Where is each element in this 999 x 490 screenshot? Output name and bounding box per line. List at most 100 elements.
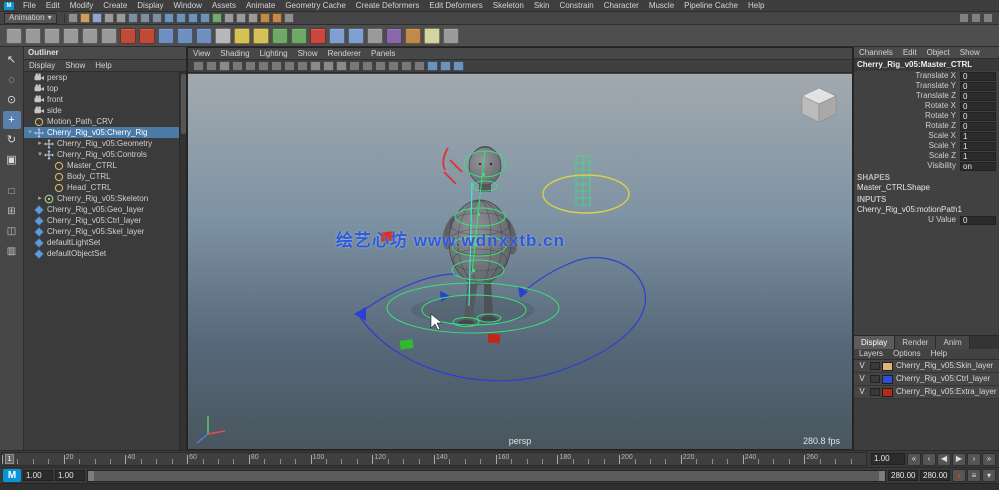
move-tool[interactable]: +	[3, 111, 21, 129]
make-live-icon[interactable]	[212, 13, 222, 23]
render-settings-icon[interactable]	[284, 13, 294, 23]
bind-skin-icon[interactable]	[272, 28, 288, 44]
menu-display[interactable]: Display	[132, 2, 168, 10]
range-slider-bar[interactable]	[88, 471, 885, 481]
viewport-menu-shading[interactable]: Shading	[215, 50, 254, 58]
frame-tick[interactable]	[773, 459, 774, 464]
polyPlane-icon[interactable]	[82, 28, 98, 44]
polyCone-icon[interactable]	[63, 28, 79, 44]
frame-tick[interactable]	[264, 459, 265, 464]
use-lights-icon[interactable]	[349, 61, 360, 71]
frame-tick[interactable]	[835, 459, 836, 464]
frame-tick[interactable]	[341, 459, 342, 464]
set-key-icon[interactable]	[310, 28, 326, 44]
new-scene-icon[interactable]	[68, 13, 78, 23]
frame-tick[interactable]	[187, 455, 188, 464]
expand-arrow-icon[interactable]: ▾	[36, 151, 44, 158]
render-view-icon[interactable]	[405, 28, 421, 44]
outliner-item-cherry-rig-v05-ctrl-layer[interactable]: Cherry_Rig_v05:Ctrl_layer	[24, 215, 179, 226]
menu-help[interactable]: Help	[743, 2, 769, 10]
single-pane-layout-button[interactable]: □	[3, 183, 21, 201]
render-current-frame-icon[interactable]	[260, 13, 270, 23]
camera-tool-icon[interactable]	[443, 28, 459, 44]
viewport-3d-scene[interactable]	[188, 74, 852, 449]
frame-tick[interactable]	[357, 459, 358, 464]
resolution-gate-icon[interactable]	[245, 61, 256, 71]
viewport-menu-lighting[interactable]: Lighting	[255, 50, 293, 58]
input-node-cherry-rig-v05-motionpath1[interactable]: Cherry_Rig_v05:motionPath1	[854, 205, 999, 215]
textTool-icon[interactable]	[215, 28, 231, 44]
frame-tick[interactable]	[95, 459, 96, 464]
shadows-icon[interactable]	[362, 61, 373, 71]
selected-object-name[interactable]: Cherry_Rig_v05:Master_CTRL	[854, 59, 999, 71]
epCurve-icon[interactable]	[158, 28, 174, 44]
dope-sheet-icon[interactable]	[348, 28, 364, 44]
outliner-item-cherry-rig-v05-geometry[interactable]: ▸Cherry_Rig_v05:Geometry	[24, 138, 179, 149]
go-to-start-button[interactable]: «	[907, 453, 921, 466]
show-tool-settings-icon[interactable]	[971, 13, 981, 23]
step-back-button[interactable]: ‹	[922, 453, 936, 466]
frame-tick[interactable]	[650, 459, 651, 464]
layer-row-cherry-rig-v05-ctrl-layer[interactable]: VCherry_Rig_v05:Ctrl_layer	[854, 373, 999, 386]
persp-outliner-layout-button[interactable]: ◫	[3, 223, 21, 241]
open-scene-icon[interactable]	[80, 13, 90, 23]
outliner-item-cherry-rig-v05-skel-layer[interactable]: Cherry_Rig_v05:Skel_layer	[24, 226, 179, 237]
menu-edit[interactable]: Edit	[41, 2, 65, 10]
output-connections-icon[interactable]	[236, 13, 246, 23]
light-tool-icon[interactable]	[424, 28, 440, 44]
frame-tick[interactable]	[789, 459, 790, 464]
motion-blur-icon[interactable]	[388, 61, 399, 71]
frame-tick[interactable]	[218, 459, 219, 464]
frame-tick[interactable]	[141, 459, 142, 464]
layer-visibility-toggle[interactable]: V	[856, 362, 868, 370]
nurbsCircle-icon[interactable]	[139, 28, 155, 44]
input-connections-icon[interactable]	[224, 13, 234, 23]
layer-menu-help[interactable]: Help	[926, 350, 952, 358]
frame-tick[interactable]	[619, 455, 620, 464]
layer-type-toggle[interactable]	[870, 388, 880, 396]
cvCurve-icon[interactable]	[177, 28, 193, 44]
select-tool[interactable]: ↖	[3, 51, 21, 69]
range-slider-track[interactable]	[87, 470, 886, 482]
command-line[interactable]	[0, 483, 999, 490]
layer-tab-anim[interactable]: Anim	[936, 336, 969, 349]
frame-tick[interactable]	[233, 459, 234, 464]
frame-tick[interactable]	[758, 459, 759, 464]
frame-tick[interactable]	[804, 455, 805, 464]
frame-tick[interactable]	[542, 459, 543, 464]
frame-tick[interactable]	[33, 459, 34, 464]
joints-xray-icon[interactable]	[453, 61, 464, 71]
expand-arrow-icon[interactable]: ▾	[26, 129, 34, 136]
lasso-tool[interactable]: ◌	[3, 71, 21, 89]
paint-select-tool[interactable]: ⊙	[3, 91, 21, 109]
layer-color-swatch[interactable]	[882, 388, 893, 397]
multisample-icon[interactable]	[401, 61, 412, 71]
viewport-canvas[interactable]: 绘艺心坊 www.wdnxxtb.cn persp 280.8 fps	[188, 74, 852, 449]
outliner-item-motion-path-crv[interactable]: Motion_Path_CRV	[24, 116, 179, 127]
rotate-tool[interactable]: ↻	[3, 131, 21, 149]
shape-node-master-ctrlshape[interactable]: Master_CTRLShape	[854, 183, 999, 193]
frame-tick[interactable]	[48, 459, 49, 464]
viewport-menu-panels[interactable]: Panels	[366, 50, 400, 58]
viewport-menu-view[interactable]: View	[188, 50, 215, 58]
scale-tool[interactable]: ▣	[3, 151, 21, 169]
layer-type-toggle[interactable]	[870, 362, 880, 370]
animation-preferences-button[interactable]: ≡	[967, 469, 981, 482]
channel-value-field[interactable]: 0	[960, 112, 996, 121]
outliner-item-defaultlightset[interactable]: defaultLightSet	[24, 237, 179, 248]
key-marker-red-2[interactable]	[488, 333, 501, 343]
outliner-item-body-ctrl[interactable]: Body_CTRL	[24, 171, 179, 182]
frame-tick[interactable]	[326, 459, 327, 464]
grid-toggle-icon[interactable]	[219, 61, 230, 71]
outliner-menu-display[interactable]: Display	[24, 62, 60, 70]
nurbsSphere-icon[interactable]	[120, 28, 136, 44]
frame-tick[interactable]	[557, 455, 558, 464]
outliner-item-cherry-rig-v05-skeleton[interactable]: ▸Cherry_Rig_v05:Skeleton	[24, 193, 179, 204]
menu-character[interactable]: Character	[599, 2, 644, 10]
paint-weights-icon[interactable]	[291, 28, 307, 44]
go-to-end-button[interactable]: »	[982, 453, 996, 466]
safe-action-icon[interactable]	[284, 61, 295, 71]
frame-tick[interactable]	[2, 455, 3, 464]
frame-tick[interactable]	[79, 459, 80, 464]
outliner-item-side[interactable]: side	[24, 105, 179, 116]
